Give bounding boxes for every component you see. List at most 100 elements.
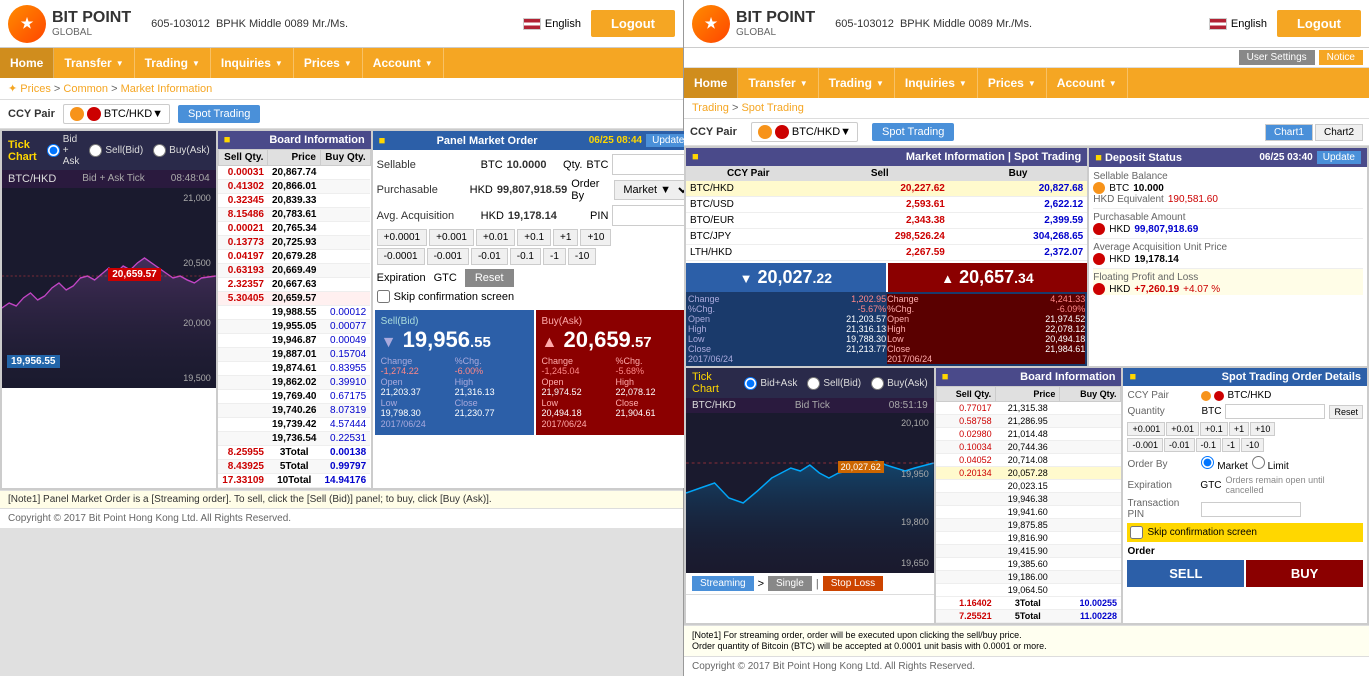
big-sell-price[interactable]: ▼ 20,027.22 [686, 263, 886, 292]
r-plus-1[interactable]: +0.1 [1200, 422, 1228, 436]
copyright-left: Copyright © 2017 Bit Point Hong Kong Ltd… [0, 508, 683, 528]
market-row[interactable]: BTO/EUR2,343.382,399.59 [686, 213, 1087, 229]
plus-001[interactable]: +0.001 [429, 229, 474, 246]
skip-check[interactable]: Skip confirmation screen [377, 290, 693, 303]
right-language-selector[interactable]: English [1209, 18, 1267, 30]
stoploss-button[interactable]: Stop Loss [823, 576, 883, 591]
deposit-update-button[interactable]: Update [1317, 151, 1361, 164]
chart-tabs: Chart1 Chart2 [1265, 124, 1363, 141]
market-row[interactable]: BTC/USD2,593.612,622.12 [686, 197, 1087, 213]
r-plus-100[interactable]: +10 [1250, 422, 1275, 436]
buy-cell [320, 236, 370, 250]
r-minus-10[interactable]: -1 [1222, 438, 1240, 452]
right-nav-inquiries[interactable]: Inquiries▼ [895, 68, 978, 98]
deposit-status-section: ■ Deposit Status 06/25 03:40 Update Sell… [1089, 148, 1367, 366]
r-minus-100[interactable]: -10 [1241, 438, 1264, 452]
nav-transfer[interactable]: Transfer▼ [54, 48, 134, 78]
market-row[interactable]: LTH/HKD2,267.592,372.07 [686, 245, 1087, 261]
minus-1[interactable]: -0.1 [510, 248, 541, 265]
nav-prices[interactable]: Prices▼ [294, 48, 363, 78]
right-reset-btn[interactable]: Reset [1329, 405, 1363, 419]
logo-text: BIT POINT GLOBAL [52, 8, 131, 39]
right-nav-prices[interactable]: Prices▼ [978, 68, 1047, 98]
big-buy-price[interactable]: ▲ 20,657.34 [888, 263, 1088, 292]
language-selector[interactable]: English [523, 18, 581, 30]
settings-bar: User Settings Notice [684, 48, 1369, 68]
right-logout-button[interactable]: Logout [1277, 10, 1361, 37]
right-bid-ask[interactable]: Bid+Ask [744, 377, 797, 390]
ccy-select[interactable]: BTC/HKD ▼ [63, 104, 170, 124]
right-nav-account[interactable]: Account▼ [1047, 68, 1128, 98]
nav-trading[interactable]: Trading▼ [135, 48, 211, 78]
buy-panel[interactable]: Buy(Ask) ▲ 20,659.57 Change-1,245.04 %Ch… [536, 310, 695, 435]
plus-01[interactable]: +0.01 [476, 229, 515, 246]
notice-button[interactable]: Notice [1319, 50, 1363, 65]
right-pin-input[interactable] [1201, 502, 1301, 517]
pin-input[interactable] [612, 205, 692, 226]
right-board-table: Sell Qty. Price Buy Qty. 0.7701721,315.3… [936, 386, 1122, 623]
plus-0001[interactable]: +0.0001 [377, 229, 427, 246]
sell-bid-option[interactable]: Sell(Bid) [89, 144, 143, 157]
buy-ask-option[interactable]: Buy(Ask) [153, 144, 210, 157]
single-button[interactable]: Single [768, 576, 812, 591]
r-minus-01[interactable]: -0.01 [1164, 438, 1195, 452]
buy-cell: 0.67175 [320, 390, 370, 404]
right-board-row: 19,946.38 [936, 493, 1121, 506]
right-price-overlay: 20,027.62 [838, 461, 884, 473]
nav-home[interactable]: Home [0, 48, 54, 78]
r-plus-01[interactable]: +0.01 [1166, 422, 1199, 436]
right-pin-row: Transaction PIN [1127, 498, 1363, 520]
nav-inquiries[interactable]: Inquiries▼ [211, 48, 294, 78]
sell-cell: 2.32357 [218, 278, 268, 292]
skip-checkbox[interactable] [377, 290, 390, 303]
r-plus-10[interactable]: +1 [1229, 422, 1249, 436]
board-info-header: ■ Board Information [218, 131, 371, 149]
right-nav-transfer[interactable]: Transfer▼ [738, 68, 818, 98]
r-plus-001[interactable]: +0.001 [1127, 422, 1165, 436]
plus-10[interactable]: +1 [553, 229, 578, 246]
nav-account[interactable]: Account▼ [363, 48, 444, 78]
sell-order-button[interactable]: SELL [1127, 560, 1244, 587]
minus-0001[interactable]: -0.0001 [377, 248, 425, 265]
chart2-tab[interactable]: Chart2 [1315, 124, 1363, 141]
streaming-button[interactable]: Streaming [692, 576, 754, 591]
right-nav-home[interactable]: Home [684, 68, 738, 98]
logout-button[interactable]: Logout [591, 10, 675, 37]
right-ccy-select[interactable]: BTC/HKD ▼ [751, 122, 858, 142]
right-spot-trading-button[interactable]: Spot Trading [872, 123, 954, 141]
minus-100[interactable]: -10 [568, 248, 596, 265]
r-minus-001[interactable]: -0.001 [1127, 438, 1163, 452]
ccy-bar: CCY Pair BTC/HKD ▼ Spot Trading [0, 100, 683, 129]
deposit-content: Sellable Balance BTC 10.000 HKD Equivale… [1089, 167, 1367, 299]
r-minus-1[interactable]: -0.1 [1196, 438, 1222, 452]
right-board-row: 0.2013420,057.28 [936, 467, 1121, 480]
spot-trading-button[interactable]: Spot Trading [178, 105, 260, 123]
reset-button[interactable]: Reset [465, 269, 514, 287]
sell-panel[interactable]: Sell(Bid) ▼ 19,956.55 Change-1,274.22 %C… [375, 310, 534, 435]
price-cell: 20,667.63 [268, 278, 321, 292]
right-board-row: 19,875.85 [936, 519, 1121, 532]
minus-01[interactable]: -0.01 [471, 248, 508, 265]
nav-arrow4: ▼ [344, 59, 352, 68]
user-settings-button[interactable]: User Settings [1239, 50, 1315, 65]
market-row[interactable]: BTC/HKD20,227.6220,827.68 [686, 181, 1087, 197]
y-low: 20,000 [183, 318, 211, 328]
right-nav-arrow5: ▼ [1109, 79, 1117, 88]
right-sell-bid[interactable]: Sell(Bid) [807, 377, 861, 390]
right-expiry-row: Expiration GTC Orders remain open until … [1127, 475, 1363, 495]
qty-input[interactable] [612, 154, 692, 175]
plus-100[interactable]: +10 [580, 229, 611, 246]
y-high: 21,000 [183, 193, 211, 203]
right-qty-input[interactable] [1225, 404, 1325, 419]
right-nav-trading[interactable]: Trading▼ [819, 68, 895, 98]
minus-10[interactable]: -1 [543, 248, 566, 265]
chart1-tab[interactable]: Chart1 [1265, 124, 1313, 141]
plus-1[interactable]: +0.1 [517, 229, 551, 246]
bid-ask-option[interactable]: Bid + Ask [47, 134, 80, 167]
order-by-select[interactable]: Market ▼ [614, 180, 692, 200]
minus-001[interactable]: -0.001 [427, 248, 469, 265]
right-board-row: 19,941.60 [936, 506, 1121, 519]
buy-order-button[interactable]: BUY [1246, 560, 1363, 587]
market-row[interactable]: BTC/JPY298,526.24304,268.65 [686, 229, 1087, 245]
right-buy-ask[interactable]: Buy(Ask) [871, 377, 928, 390]
